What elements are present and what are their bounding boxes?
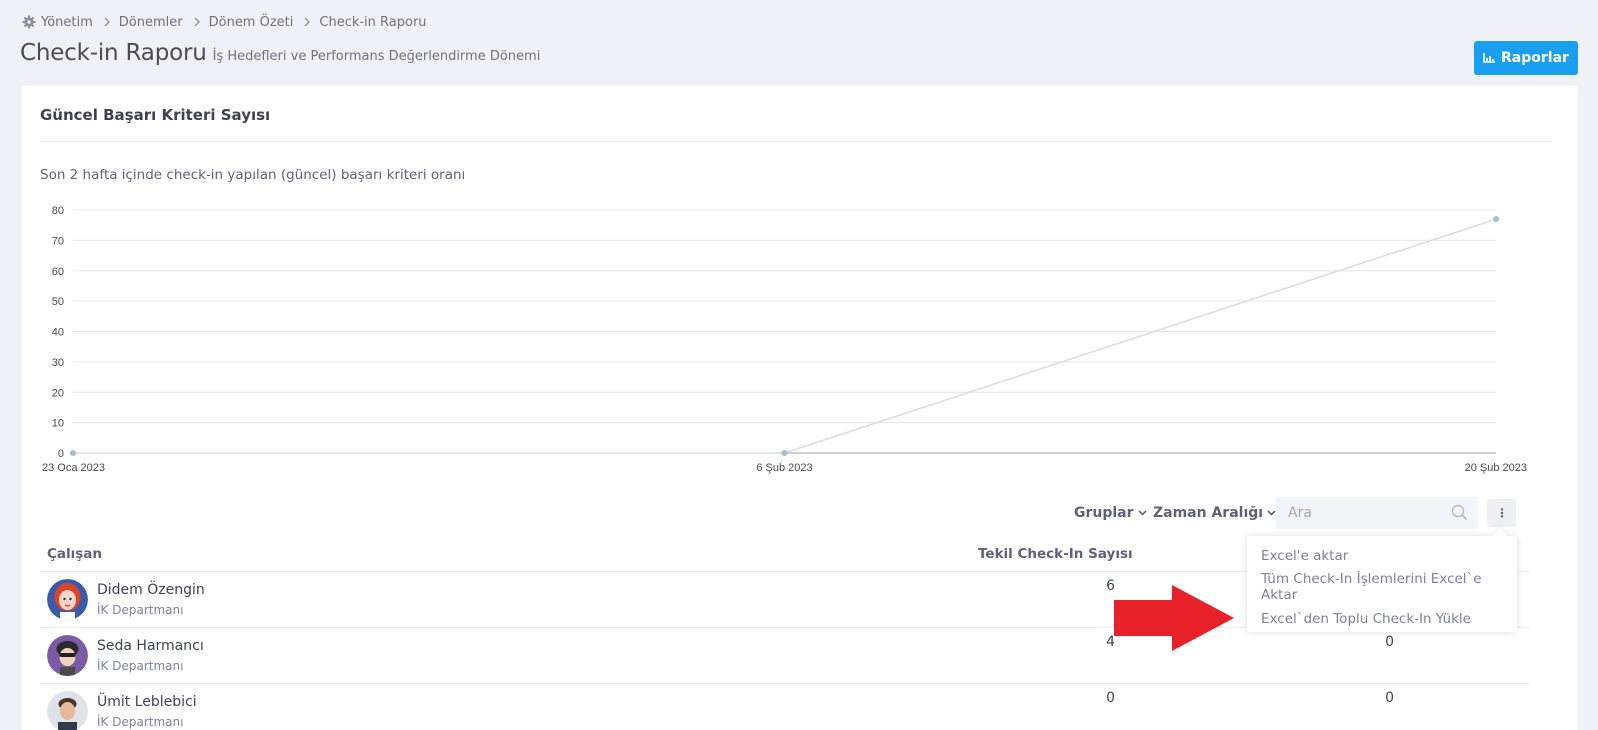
- x-tick-label: 23 Oca 2023: [42, 462, 105, 474]
- chart-icon: [1483, 53, 1496, 63]
- column-header-employee[interactable]: Çalışan: [47, 546, 102, 562]
- page-subtitle: İş Hedefleri ve Performans Değerlendirme…: [212, 49, 541, 64]
- card-title: Güncel Başarı Kriteri Sayısı: [40, 106, 271, 124]
- unique-checkin-count: 0: [1106, 690, 1115, 706]
- checkin-count: 0: [1385, 634, 1394, 650]
- series-line: [73, 218, 1497, 454]
- data-point: [1493, 216, 1499, 223]
- vertical-dots-icon: [1500, 508, 1504, 518]
- employee-name[interactable]: Seda Harmancı: [97, 637, 204, 655]
- groups-dropdown-label: Gruplar: [1074, 505, 1134, 521]
- checkin-count: 0: [1385, 690, 1394, 706]
- annotation-arrow-icon: [1114, 585, 1234, 651]
- y-tick-label: 50: [52, 296, 64, 308]
- y-tick-label: 0: [58, 448, 64, 460]
- table-row[interactable]: Didem Özengin İK Departmanı: [47, 578, 205, 620]
- more-actions-button[interactable]: [1487, 499, 1516, 527]
- breadcrumb-item-donem-ozeti[interactable]: Dönem Özeti: [209, 15, 294, 30]
- search-icon[interactable]: [1451, 504, 1468, 521]
- breadcrumb-item-donemler[interactable]: Dönemler: [119, 15, 183, 30]
- avatar: [47, 578, 88, 620]
- gear-icon: [22, 15, 36, 29]
- unique-checkin-count: 6: [1106, 578, 1115, 594]
- data-point: [781, 450, 788, 456]
- time-range-dropdown-label: Zaman Aralığı: [1153, 505, 1264, 521]
- unique-checkin-count: 4: [1106, 634, 1115, 650]
- y-tick-label: 30: [52, 357, 64, 369]
- employee-name[interactable]: Didem Özengin: [97, 581, 205, 599]
- menu-item-export-all-checkins[interactable]: Tüm Check-In İşlemlerini Excel`e Aktar: [1247, 571, 1517, 603]
- avatar: [47, 634, 88, 676]
- menu-item-bulk-import-checkins[interactable]: Excel`den Toplu Check-In Yükle: [1247, 603, 1517, 635]
- y-tick-label: 10: [52, 418, 64, 430]
- employee-department: İK Departmanı: [97, 658, 184, 673]
- y-tick-label: 70: [52, 235, 64, 247]
- data-point: [70, 450, 76, 456]
- y-tick-label: 20: [52, 387, 64, 399]
- chart-caption: Son 2 hafta içinde check-in yapılan (gün…: [40, 167, 466, 183]
- chevron-right-icon: [193, 17, 201, 27]
- more-actions-menu: Excel'e aktar Tüm Check-In İşlemlerini E…: [1247, 536, 1517, 632]
- reports-button-label: Raporlar: [1501, 50, 1569, 66]
- checkin-report-card: Güncel Başarı Kriteri Sayısı Son 2 hafta…: [21, 85, 1578, 730]
- menu-item-export-excel[interactable]: Excel'e aktar: [1247, 540, 1517, 572]
- table-row[interactable]: Ümit Leblebici İK Departmanı: [47, 690, 197, 730]
- y-tick-label: 80: [52, 205, 64, 217]
- time-range-dropdown[interactable]: Zaman Aralığı: [1153, 503, 1276, 523]
- chevron-down-icon: [1267, 510, 1276, 516]
- chevron-right-icon: [103, 17, 111, 27]
- page-title: Check-in Raporu: [20, 40, 207, 66]
- breadcrumb-item-checkin-raporu[interactable]: Check-in Raporu: [319, 15, 426, 30]
- breadcrumb: Yönetim Dönemler Dönem Özeti Check-in Ra…: [22, 14, 427, 30]
- table-row[interactable]: Seda Harmancı İK Departmanı: [47, 634, 204, 676]
- reports-button[interactable]: Raporlar: [1474, 41, 1578, 75]
- y-tick-label: 60: [52, 266, 64, 278]
- chevron-right-icon: [303, 17, 311, 27]
- chevron-down-icon: [1137, 510, 1147, 516]
- row-divider: [40, 683, 1530, 684]
- card-divider: [40, 141, 1552, 142]
- search-box: [1276, 497, 1478, 529]
- employee-department: İK Departmanı: [97, 714, 184, 729]
- page-header: Check-in Raporu İş Hedefleri ve Performa…: [20, 40, 540, 66]
- line-chart: 0 10 20 30 40 50 60 70 80 23 Oca 2023 6 Şub 2023 20…: [42, 205, 1527, 474]
- avatar: [47, 690, 88, 730]
- search-input[interactable]: [1276, 497, 1436, 529]
- breadcrumb-item-yonetim[interactable]: Yönetim: [41, 15, 93, 30]
- groups-dropdown[interactable]: Gruplar: [1074, 503, 1147, 523]
- column-header-unique-checkins[interactable]: Tekil Check-In Sayısı: [978, 546, 1133, 562]
- employee-name[interactable]: Ümit Leblebici: [97, 693, 197, 711]
- x-tick-label: 6 Şub 2023: [756, 462, 812, 474]
- x-tick-label: 20 Şub 2023: [1465, 462, 1527, 474]
- employee-department: İK Departmanı: [97, 602, 184, 617]
- y-tick-label: 40: [52, 327, 64, 339]
